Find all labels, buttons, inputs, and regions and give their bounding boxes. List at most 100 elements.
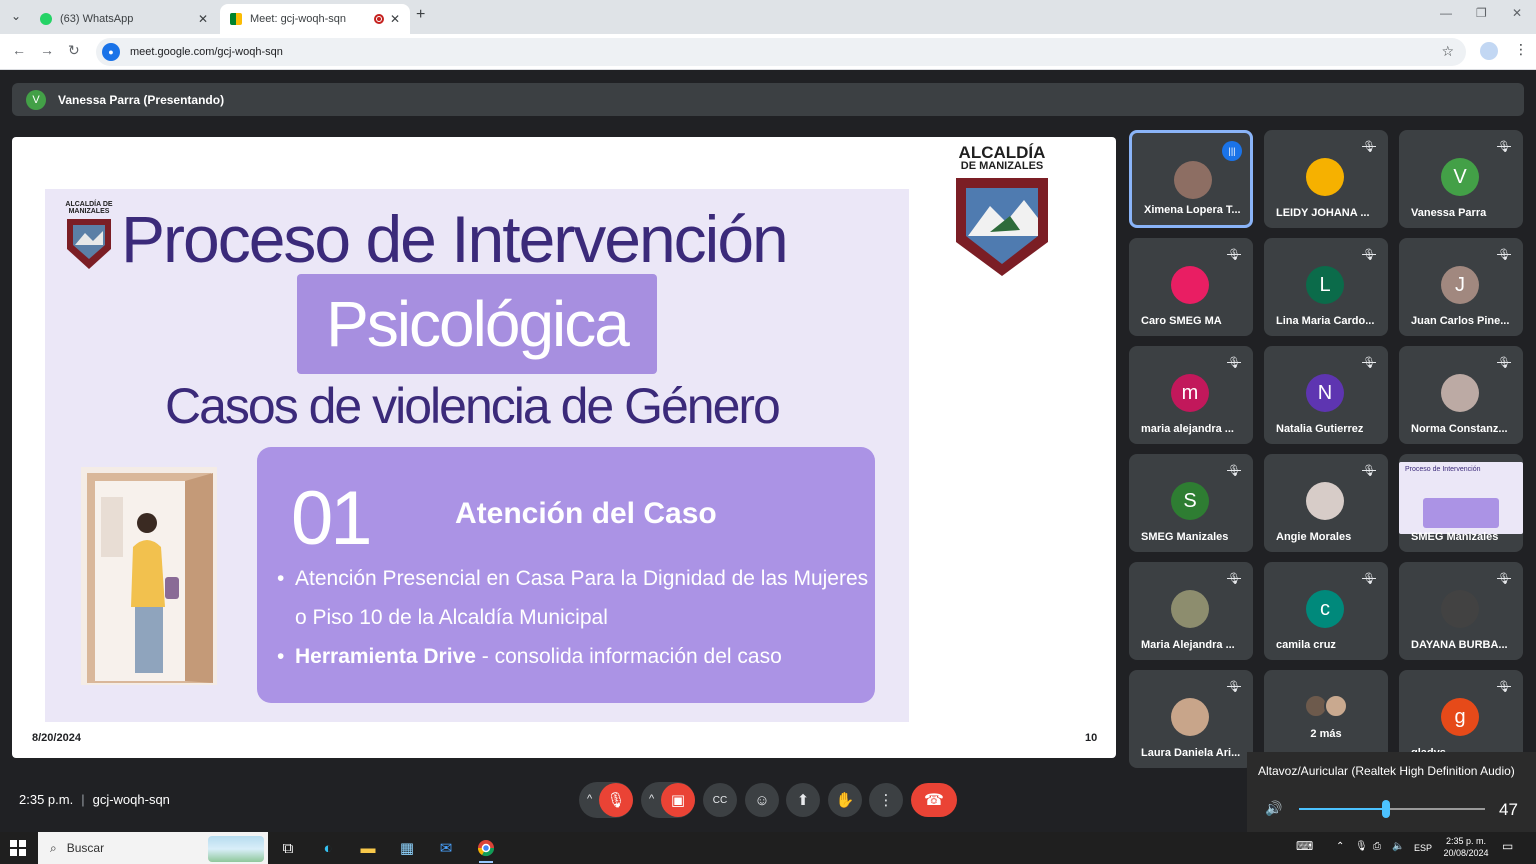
participant-grid: Ximena Lopera T... ||| LEIDY JOHANA ... 🎙 V V…: [1129, 130, 1525, 768]
restore-icon[interactable]: ❐: [1476, 6, 1487, 20]
bullet-item: Herramienta Drive - consolida informació…: [275, 637, 875, 676]
raise-hand-icon[interactable]: ✋: [828, 783, 862, 817]
avatar: [1171, 266, 1209, 304]
network-icon[interactable]: ⎙: [1373, 841, 1381, 852]
tab-meet[interactable]: Meet: gcj-woqh-sqn ✕: [220, 4, 410, 34]
audio-device-name[interactable]: Altavoz/Auricular (Realtek High Definiti…: [1258, 764, 1515, 778]
logo-subtitle: DE MANIZALES: [960, 160, 1044, 172]
step-number: 01: [291, 476, 373, 561]
volume-slider[interactable]: [1299, 800, 1485, 818]
tray-chevron-icon[interactable]: ⌃: [1336, 841, 1344, 852]
recording-icon: [373, 14, 384, 24]
clock[interactable]: 2:35 p. m. 20/08/2024: [1440, 835, 1492, 859]
slide-page-number: 10: [1085, 732, 1098, 744]
participant-tile[interactable]: c camila cruz 🎙: [1264, 562, 1388, 660]
forward-icon[interactable]: →: [40, 42, 54, 58]
camera-off-icon[interactable]: ▣: [661, 783, 695, 817]
more-participants-label: 2 más: [1310, 728, 1342, 740]
hangup-icon[interactable]: ☎: [911, 783, 957, 817]
participant-name: Laura Daniela Ari...: [1141, 747, 1241, 759]
slide-date: 8/20/2024: [32, 732, 81, 744]
task-view-icon[interactable]: ⧉: [277, 838, 299, 858]
avatar: [1324, 694, 1348, 718]
participant-tile[interactable]: Laura Daniela Ari... 🎙: [1129, 670, 1253, 768]
participant-tile[interactable]: S SMEG Manizales 🎙: [1129, 454, 1253, 552]
close-window-icon[interactable]: ✕: [1512, 6, 1522, 20]
tab-whatsapp[interactable]: (63) WhatsApp ✕: [30, 4, 218, 34]
slide-title-line1: Proceso de Intervención: [121, 202, 789, 276]
participant-tile[interactable]: J Juan Carlos Pine... 🎙: [1399, 238, 1523, 336]
edge-icon[interactable]: ◐: [317, 838, 339, 858]
participant-tile[interactable]: Ximena Lopera T... |||: [1129, 130, 1253, 228]
back-icon[interactable]: ←: [12, 42, 26, 58]
separator: |: [81, 792, 85, 807]
bookmark-star-icon[interactable]: ☆: [1441, 43, 1454, 60]
bullet-bold: Herramienta Drive: [295, 645, 476, 668]
mail-icon[interactable]: ✉: [435, 838, 457, 858]
close-tab-icon[interactable]: ✕: [390, 12, 400, 26]
omnibox[interactable]: ● meet.google.com/gcj-woqh-sqn ☆: [96, 38, 1466, 66]
present-icon[interactable]: ⬆: [786, 783, 820, 817]
emoji-icon[interactable]: ☺: [745, 783, 779, 817]
thumbnail-card: [1423, 498, 1499, 528]
participant-tile[interactable]: Proceso de Intervención SMEG Manizales: [1399, 454, 1523, 552]
avatar: [1306, 158, 1344, 196]
participant-tile[interactable]: Caro SMEG MA 🎙: [1129, 238, 1253, 336]
volume-level: 47: [1499, 800, 1518, 819]
close-tab-icon[interactable]: ✕: [198, 12, 208, 26]
new-tab-button[interactable]: +: [416, 6, 425, 24]
camera-options-chevron-icon[interactable]: ^: [649, 793, 654, 805]
avatar: [1441, 374, 1479, 412]
reload-icon[interactable]: ↻: [68, 42, 80, 59]
mic-muted-icon: 🎙: [1497, 141, 1511, 153]
store-icon[interactable]: ▦: [396, 838, 418, 858]
taskbar-search[interactable]: ⌕ Buscar: [38, 832, 268, 864]
volume-flyout: Altavoz/Auricular (Realtek High Definiti…: [1247, 752, 1536, 832]
bullet-text: Atención Presencial en Casa Para la Dign…: [295, 567, 869, 629]
participant-name: LEIDY JOHANA ...: [1276, 207, 1370, 219]
minimize-icon[interactable]: —: [1440, 6, 1452, 20]
participant-tile[interactable]: m maria alejandra ... 🎙: [1129, 346, 1253, 444]
windows-start-icon[interactable]: [10, 840, 26, 856]
participant-tile[interactable]: LEIDY JOHANA ... 🎙: [1264, 130, 1388, 228]
tab-search-dropdown[interactable]: ⌄: [6, 6, 26, 26]
mic-muted-icon: 🎙: [1227, 573, 1241, 585]
participant-tile[interactable]: DAYANA BURBA... 🎙: [1399, 562, 1523, 660]
participant-tile[interactable]: Angie Morales 🎙: [1264, 454, 1388, 552]
thumbnail-title: Proceso de Intervención: [1405, 466, 1481, 473]
participant-tile[interactable]: Norma Constanz... 🎙: [1399, 346, 1523, 444]
avatar: m: [1171, 374, 1209, 412]
mic-muted-icon: 🎙: [1362, 357, 1376, 369]
file-explorer-icon[interactable]: ▬: [357, 838, 379, 858]
chrome-icon[interactable]: [475, 838, 497, 863]
profile-avatar[interactable]: [1480, 42, 1498, 60]
url-text[interactable]: meet.google.com/gcj-woqh-sqn: [130, 46, 283, 58]
captions-icon[interactable]: CC: [703, 783, 737, 817]
browser-menu-icon[interactable]: ⋮: [1514, 41, 1528, 58]
card-heading: Atención del Caso: [455, 497, 717, 530]
alcaldia-logo-small: ALCALDÍA DE MANIZALES: [63, 201, 115, 273]
notifications-icon[interactable]: ▭: [1502, 839, 1513, 853]
participant-tile[interactable]: N Natalia Gutierrez 🎙: [1264, 346, 1388, 444]
microphone-icon[interactable]: 🎙: [1355, 841, 1368, 852]
slide: ALCALDÍA DE MANIZALES Proceso de Interve…: [45, 189, 909, 722]
whatsapp-icon: [40, 13, 52, 25]
language-indicator[interactable]: ESP: [1414, 843, 1432, 853]
mic-muted-icon: 🎙: [1497, 573, 1511, 585]
participant-tile[interactable]: Maria Alejandra ... 🎙: [1129, 562, 1253, 660]
keyboard-icon[interactable]: ⌨: [1296, 839, 1313, 853]
participant-name: Ximena Lopera T...: [1144, 204, 1241, 216]
participant-name: Vanessa Parra: [1411, 207, 1487, 219]
mic-muted-icon: 🎙: [1497, 249, 1511, 261]
mic-site-icon[interactable]: ●: [102, 43, 120, 61]
volume-tray-icon[interactable]: 🔈: [1392, 841, 1404, 852]
mic-options-chevron-icon[interactable]: ^: [587, 793, 592, 805]
more-options-icon[interactable]: ⋮: [869, 783, 903, 817]
screen-share-thumbnail: Proceso de Intervención: [1399, 462, 1523, 534]
mic-off-icon[interactable]: 🎙: [599, 783, 633, 817]
participant-tile[interactable]: V Vanessa Parra 🎙: [1399, 130, 1523, 228]
clock-date: 20/08/2024: [1443, 848, 1489, 858]
speaker-icon[interactable]: 🔊: [1265, 800, 1282, 817]
participant-tile[interactable]: L Lina Maria Cardo... 🎙: [1264, 238, 1388, 336]
volume-slider-thumb[interactable]: [1382, 800, 1391, 818]
